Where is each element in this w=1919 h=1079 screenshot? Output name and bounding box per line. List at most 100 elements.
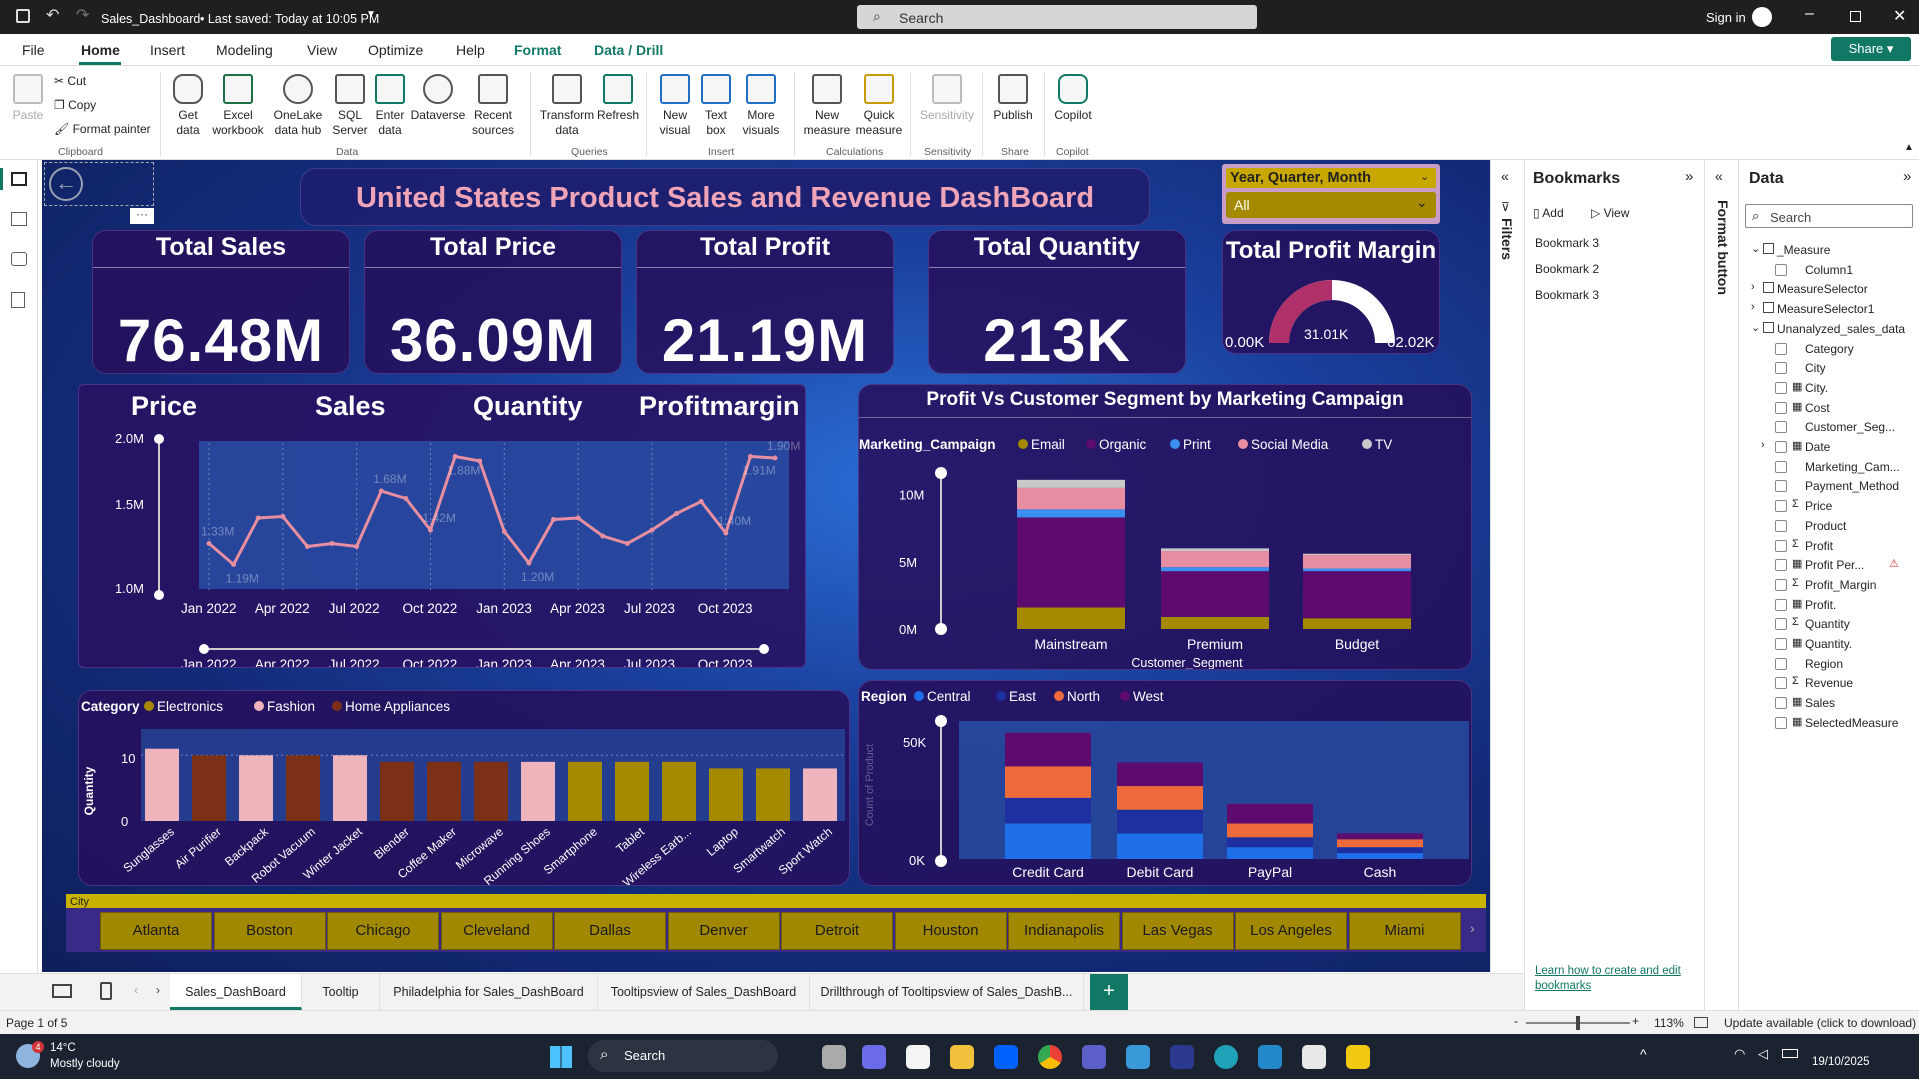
field-item[interactable]: Region	[1739, 654, 1919, 676]
page-tab-tooltipsview[interactable]: Tooltipsview of Sales_DashBoard	[598, 974, 810, 1010]
field-item[interactable]: ▦ City.	[1739, 378, 1919, 400]
chevron-down-icon[interactable]: ▼	[366, 9, 376, 20]
undo-icon[interactable]: ↶	[46, 5, 59, 25]
more-options-icon[interactable]: ···	[130, 208, 154, 224]
battery-icon[interactable]	[1782, 1049, 1798, 1058]
account-icon[interactable]	[1752, 7, 1772, 27]
next-page-icon[interactable]: ›	[156, 983, 160, 997]
dropbox-icon[interactable]	[994, 1045, 1018, 1069]
copy-button[interactable]: ❐ Copy	[54, 98, 96, 112]
zoom-in-button[interactable]: +	[1632, 1014, 1639, 1028]
slicer-dropdown[interactable]: All ⌄	[1226, 192, 1436, 218]
minimize-icon[interactable]: –	[1805, 5, 1814, 23]
city-slicer-item[interactable]: Atlanta	[100, 912, 212, 950]
field-checkbox[interactable]	[1775, 519, 1787, 532]
field-checkbox[interactable]	[1775, 381, 1787, 394]
update-available-link[interactable]: Update available (click to download)	[1724, 1016, 1916, 1030]
new-visual-button[interactable]: New visual	[655, 74, 695, 138]
zoom-out-button[interactable]: -	[1514, 1014, 1518, 1028]
add-bookmark-button[interactable]: ▯ Add	[1533, 206, 1564, 220]
store-icon[interactable]	[906, 1045, 930, 1069]
transform-data-button[interactable]: Transform data	[538, 74, 596, 138]
desktop-layout-icon[interactable]	[52, 984, 72, 998]
field-item[interactable]: ▦ ⚠ Profit Per...	[1739, 555, 1919, 577]
field-checkbox[interactable]	[1775, 263, 1787, 276]
field-checkbox[interactable]	[1775, 421, 1787, 434]
field-checkbox[interactable]	[1775, 578, 1787, 591]
menu-optimize[interactable]: Optimize	[368, 42, 423, 58]
dax-query-view-icon[interactable]	[11, 292, 25, 308]
close-icon[interactable]: ✕	[1893, 6, 1906, 26]
wifi-icon[interactable]: ◠	[1734, 1046, 1745, 1062]
quick-measure-button[interactable]: Quick measure	[854, 74, 904, 138]
field-checkbox[interactable]	[1775, 598, 1787, 611]
enter-data-button[interactable]: Enter data	[370, 74, 410, 138]
field-item[interactable]: Product	[1739, 516, 1919, 538]
cut-button[interactable]: ✂ Cut	[54, 74, 86, 88]
field-item[interactable]: Payment_Method	[1739, 476, 1919, 498]
chevron-icon[interactable]: ⌄	[1751, 321, 1760, 334]
fit-page-icon[interactable]	[1694, 1017, 1708, 1028]
model-view-icon[interactable]	[11, 252, 27, 266]
sql-server-button[interactable]: SQL Server	[330, 74, 370, 138]
power-bi-icon[interactable]	[1346, 1045, 1370, 1069]
date-slicer[interactable]: Year, Quarter, Month ⌄ All ⌄	[1222, 164, 1440, 224]
page-tab-sales-dashboard[interactable]: Sales_DashBoard	[170, 974, 302, 1010]
field-checkbox[interactable]	[1775, 460, 1787, 473]
city-slicer-item[interactable]: Las Vegas	[1121, 912, 1234, 950]
paste-button[interactable]: Paste	[12, 74, 44, 123]
table-view-icon[interactable]	[11, 212, 27, 226]
network-app-icon[interactable]	[1126, 1045, 1150, 1069]
city-slicer-item[interactable]: Los Angeles	[1235, 912, 1347, 950]
chevron-icon[interactable]: ⌄	[1751, 242, 1760, 255]
bookmark-item[interactable]: Bookmark 2	[1535, 262, 1599, 276]
collapse-data-icon[interactable]: »	[1903, 168, 1911, 185]
field-checkbox[interactable]	[1775, 401, 1787, 414]
collapse-bookmarks-icon[interactable]: »	[1685, 168, 1693, 185]
field-item[interactable]: ⌄ _Measure	[1739, 240, 1919, 262]
task-view-icon[interactable]	[822, 1045, 846, 1069]
filters-pane-collapsed[interactable]: « ⊽ Filters	[1490, 160, 1524, 1010]
view-bookmark-button[interactable]: ▷ View	[1591, 206, 1629, 220]
field-item[interactable]: Category	[1739, 339, 1919, 361]
mobile-layout-icon[interactable]	[100, 982, 112, 1000]
field-checkbox[interactable]	[1775, 342, 1787, 355]
scroll-right-icon[interactable]: ›	[1470, 920, 1475, 936]
field-item[interactable]: Σ Revenue	[1739, 673, 1919, 695]
line-tab-sales[interactable]: Sales	[315, 391, 386, 422]
line-tab-profitmargin[interactable]: Profitmargin	[639, 391, 800, 422]
vscode-icon[interactable]	[1258, 1045, 1282, 1069]
city-slicer-item[interactable]: Denver	[667, 912, 780, 950]
menu-modeling[interactable]: Modeling	[216, 42, 273, 58]
city-slicer-item[interactable]: Houston	[894, 912, 1007, 950]
menu-data-drill[interactable]: Data / Drill	[594, 42, 663, 58]
field-checkbox[interactable]	[1775, 716, 1787, 729]
back-button[interactable]: ←	[44, 162, 154, 206]
format-painter-button[interactable]: 🖌 Format painter	[54, 122, 151, 136]
bookmark-item[interactable]: Bookmark 3	[1535, 236, 1599, 250]
format-pane-collapsed[interactable]: « Format button	[1704, 160, 1738, 1010]
snipping-tool-icon[interactable]	[1302, 1045, 1326, 1069]
menu-insert[interactable]: Insert	[150, 42, 185, 58]
refresh-button[interactable]: Refresh	[596, 74, 640, 123]
search-box[interactable]: ⌕ Search	[857, 5, 1257, 29]
chevron-icon[interactable]: ›	[1751, 301, 1755, 313]
windows-start-icon[interactable]	[550, 1046, 572, 1068]
field-checkbox[interactable]	[1775, 638, 1787, 650]
city-slicer-item[interactable]: Miami	[1348, 912, 1461, 950]
sensitivity-button[interactable]: Sensitivity	[918, 74, 976, 123]
field-item[interactable]: ▦ › Date	[1739, 437, 1919, 459]
city-slicer-item[interactable]: Dallas	[554, 912, 666, 950]
restore-icon[interactable]	[1850, 11, 1861, 22]
recent-sources-button[interactable]: Recent sources	[466, 74, 520, 138]
redo-icon[interactable]: ↷	[76, 5, 89, 25]
city-slicer-item[interactable]: Cleveland	[440, 912, 553, 950]
field-item[interactable]: › MeasureSelector1	[1739, 299, 1919, 321]
menu-help[interactable]: Help	[456, 42, 485, 58]
line-tab-quantity[interactable]: Quantity	[473, 391, 583, 422]
chevron-icon[interactable]: ›	[1751, 281, 1755, 293]
field-item[interactable]: ▦ Quantity.	[1739, 634, 1919, 656]
page-tab-drillthrough[interactable]: Drillthrough of Tooltipsview of Sales_Da…	[810, 974, 1084, 1010]
field-item[interactable]: Σ Quantity	[1739, 614, 1919, 636]
b-app-icon[interactable]	[1170, 1045, 1194, 1069]
